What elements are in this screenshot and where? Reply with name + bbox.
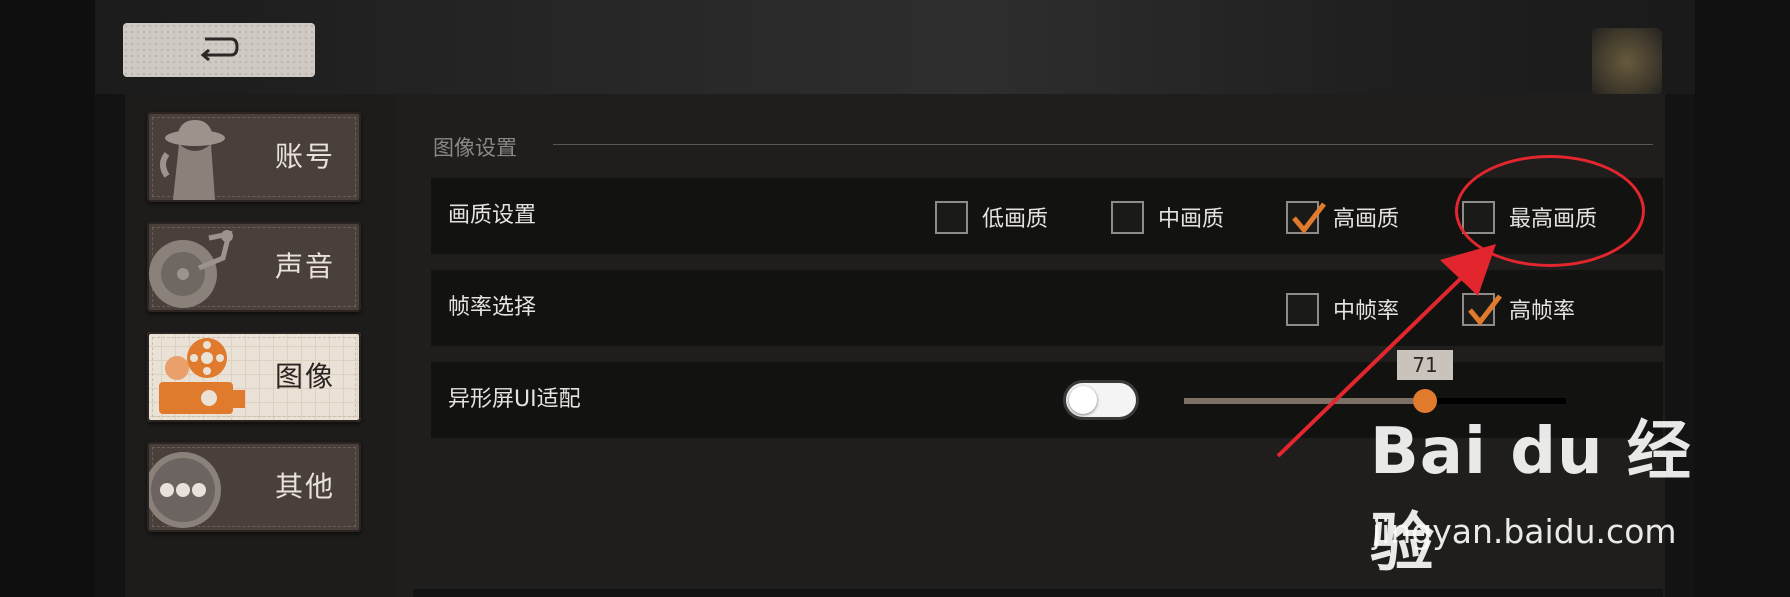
section-title: 图像设置 (433, 136, 517, 160)
sidebar-item-sound[interactable]: 声音 (147, 222, 361, 312)
quality-option-medium[interactable]: 中画质 (1111, 198, 1224, 236)
checkbox[interactable] (935, 200, 968, 234)
toggle-knob (1069, 386, 1097, 414)
baidu-watermark: Bai du 经验 jingyan.baidu.com (1370, 400, 1700, 581)
notch-label: 异形屏UI适配 (448, 387, 581, 412)
back-button[interactable] (123, 23, 315, 77)
background-top (95, 0, 1695, 94)
notch-toggle[interactable] (1063, 380, 1139, 420)
settings-sidebar: 账号 声音 图像 其他 (125, 94, 395, 597)
sidebar-item-image[interactable]: 图像 (147, 332, 361, 422)
option-label: 低画质 (982, 207, 1049, 232)
sidebar-item-other[interactable]: 其他 (147, 442, 361, 532)
film-projector-icon (149, 334, 249, 420)
sidebar-item-label: 图像 (274, 360, 335, 393)
content-bottom-bar (413, 589, 1663, 597)
framerate-label: 帧率选择 (448, 295, 537, 320)
option-label: 高帧率 (1509, 299, 1576, 324)
option-label: 高画质 (1333, 207, 1400, 232)
corner-decoration (1592, 28, 1662, 96)
background-right (1695, 0, 1790, 597)
more-dots-icon (147, 444, 249, 530)
detective-icon (149, 114, 249, 200)
sidebar-item-label: 账号 (274, 140, 335, 173)
watermark-url: jingyan.baidu.com (1372, 512, 1677, 551)
quality-label: 画质设置 (448, 203, 537, 228)
record-player-icon (149, 224, 249, 310)
quality-option-low[interactable]: 低画质 (935, 198, 1048, 236)
option-label: 中画质 (1158, 207, 1225, 232)
checkbox[interactable] (1111, 200, 1144, 234)
background-left (0, 0, 95, 597)
checkbox-checked[interactable] (1286, 200, 1326, 234)
sidebar-item-label: 其他 (274, 470, 335, 503)
watermark-brand: Bai du 经验 (1370, 415, 1692, 581)
sidebar-item-account[interactable]: 账号 (147, 112, 361, 202)
sidebar-item-label: 声音 (274, 250, 335, 283)
section-divider (553, 144, 1653, 145)
back-arrow-icon (197, 35, 241, 65)
